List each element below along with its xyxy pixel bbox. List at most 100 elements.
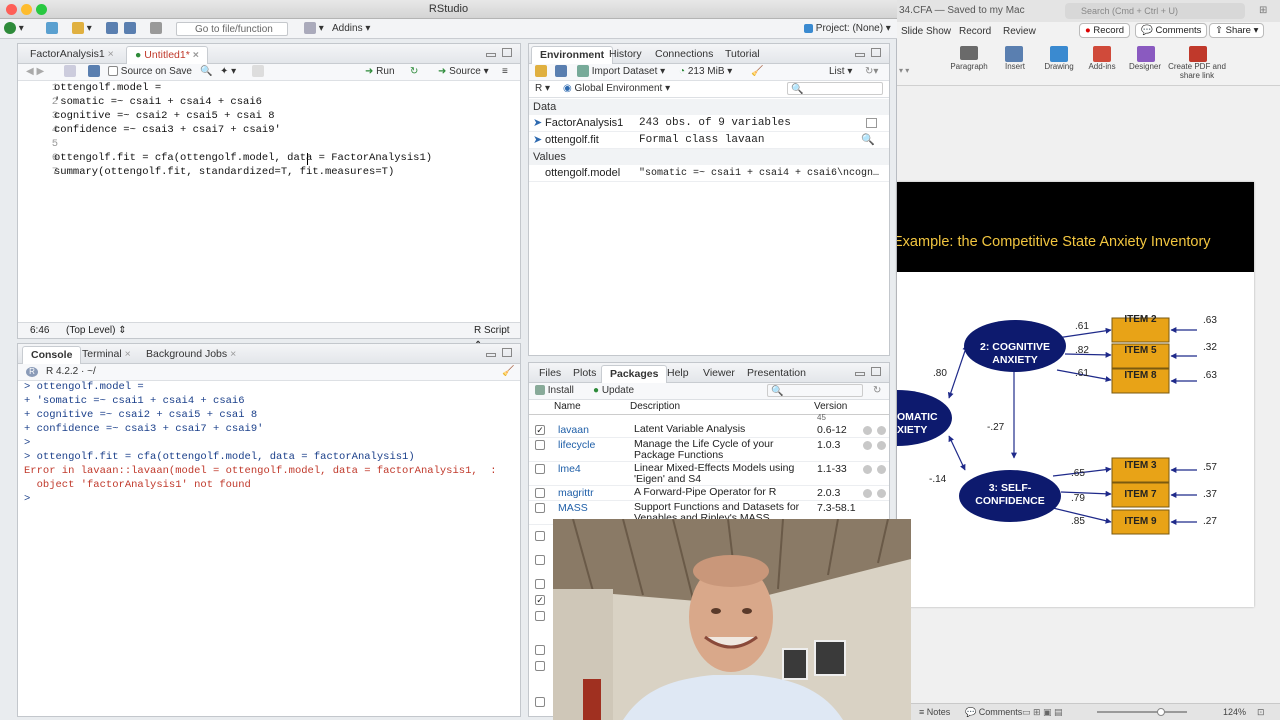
maximize-pane-icon[interactable] [502,48,512,57]
outline-icon[interactable]: ≡ [502,65,508,79]
package-checkbox[interactable] [535,661,545,671]
package-checkbox[interactable] [535,531,545,541]
slide-canvas[interactable]: Example: the Competitive State Anxiety I… [897,182,1254,607]
load-workspace-icon[interactable] [535,65,547,79]
zoom-window-button[interactable] [36,4,47,15]
open-file-icon[interactable]: ▾ [72,22,92,36]
packages-search-input[interactable]: 🔍 [767,384,863,397]
comments-status-button[interactable]: 💬 Comments [965,704,1022,720]
package-checkbox[interactable]: ✓ [535,595,545,605]
fit-slide-icon[interactable]: ⊡ [1257,704,1265,720]
language-menu[interactable]: R ▾ [535,82,550,96]
environment-scope-menu[interactable]: ◉ Global Environment ▾ [563,82,670,96]
show-in-window-icon[interactable] [64,65,76,79]
env-row-ottengolf-model[interactable]: ottengolf.model "somatic =~ csai1 + csai… [529,165,889,182]
source-button[interactable]: ➜ Source ▾ [438,65,489,79]
save-workspace-icon[interactable] [555,65,567,79]
compile-report-icon[interactable] [252,65,264,79]
scope-menu[interactable]: (Top Level) ⇕ [66,323,127,338]
drawing-icon[interactable] [1050,46,1068,62]
package-name[interactable]: lifecycle [558,439,595,451]
tab-files[interactable]: Files [531,365,569,383]
zoom-slider[interactable] [1097,711,1187,713]
tab-help[interactable]: Help [659,365,697,383]
col-version[interactable]: Version [814,401,847,412]
install-button[interactable]: Install [535,384,574,398]
goto-file-input[interactable]: Go to file/function [176,22,288,36]
view-mode-menu[interactable]: List ▾ [829,65,852,79]
close-window-button[interactable] [6,4,17,15]
tab-plots[interactable]: Plots [565,365,604,383]
tab-terminal[interactable]: Terminal × [74,346,139,364]
remove-icon[interactable] [877,489,886,498]
expand-icon[interactable]: ➤ [533,115,542,132]
package-checkbox[interactable] [535,611,545,621]
record-button[interactable]: ● Record [1079,23,1131,38]
tab-tutorial[interactable]: Tutorial [717,46,768,64]
package-checkbox[interactable] [535,488,545,498]
project-menu[interactable]: Project: (None) ▾ [804,22,891,36]
package-checkbox[interactable] [535,464,545,474]
tab-packages[interactable]: Packages [601,365,668,383]
ppt-search-input[interactable]: Search (Cmd + Ctrl + U) [1065,3,1245,19]
web-icon[interactable] [863,465,872,474]
font-controls[interactable]: ▾ ▾ [899,66,909,75]
search-icon[interactable]: 🔍 [200,65,212,79]
import-dataset-menu[interactable]: Import Dataset ▾ [577,65,665,79]
view-buttons[interactable]: ▭ ⊞ ▣ ▤ [1022,704,1063,720]
ribbon-tab-slideshow[interactable]: Slide Show [901,26,951,37]
zoom-slider-thumb[interactable] [1157,708,1165,716]
tab-presentation[interactable]: Presentation [739,365,814,383]
package-name[interactable]: magrittr [558,487,594,499]
console-output[interactable]: > ottengolf.model = + 'somatic =~ csai1 … [18,381,520,716]
env-search-input[interactable]: 🔍 [787,82,883,95]
clear-console-icon[interactable]: 🧹 [502,365,514,379]
comments-button[interactable]: 💬 Comments [1135,23,1208,38]
view-table-icon[interactable] [866,118,877,128]
print-icon[interactable] [150,22,162,36]
web-icon[interactable] [863,489,872,498]
tab-factoranalysis1[interactable]: FactorAnalysis1 × [22,46,122,64]
tab-viewer[interactable]: Viewer [695,365,743,383]
package-checkbox[interactable] [535,645,545,655]
maximize-pane-icon[interactable] [871,48,881,57]
remove-icon[interactable] [877,426,886,435]
rerun-icon[interactable]: ↻ [410,65,418,79]
package-name[interactable]: MASS [558,502,588,514]
web-icon[interactable] [863,426,872,435]
package-checkbox[interactable] [535,440,545,450]
designer-icon[interactable] [1137,46,1155,62]
col-description[interactable]: Description [630,401,680,412]
tab-connections[interactable]: Connections [647,46,721,64]
maximize-pane-icon[interactable] [871,367,881,376]
new-file-icon[interactable]: ▾ [4,22,24,36]
designer-button[interactable]: Designer [1115,62,1175,71]
notes-button[interactable]: ≡ Notes [919,704,950,720]
col-name[interactable]: Name [554,401,581,412]
package-checkbox[interactable] [535,503,545,513]
search-icon[interactable]: 🔍 [861,132,875,149]
minimize-window-button[interactable] [21,4,32,15]
ribbon-tab-review[interactable]: Review [1003,26,1036,37]
new-project-icon[interactable] [46,22,58,36]
minimize-pane-icon[interactable] [855,53,865,57]
addins-menu[interactable]: Addins ▾ [332,22,370,36]
share-button[interactable]: ⇪ Share ▾ [1209,23,1265,38]
package-checkbox[interactable] [535,579,545,589]
code-editor[interactable]: 1 2 3 4 5 6 7 ottengolf.model = 'somatic… [18,82,520,322]
grid-layout-icon[interactable]: ▾ [304,22,324,36]
insert-icon[interactable] [1005,46,1023,62]
create-pdf-button[interactable]: Create PDF and share link [1167,62,1227,80]
ribbon-tab-record[interactable]: Record [959,26,991,37]
tab-console[interactable]: Console [22,346,82,364]
update-button[interactable]: ● Update [593,384,634,398]
create-pdf-icon[interactable] [1189,46,1207,62]
tab-history[interactable]: History [601,46,650,64]
package-name[interactable]: lavaan [558,424,589,436]
memory-usage[interactable]: ◔ 213 MiB ▾ [679,65,732,79]
run-button[interactable]: ➜ Run [365,65,395,79]
paragraph-icon[interactable] [960,46,978,60]
back-arrow-icon[interactable]: ◀ ▶ [26,65,44,79]
maximize-pane-icon[interactable] [502,348,512,357]
web-icon[interactable] [863,441,872,450]
